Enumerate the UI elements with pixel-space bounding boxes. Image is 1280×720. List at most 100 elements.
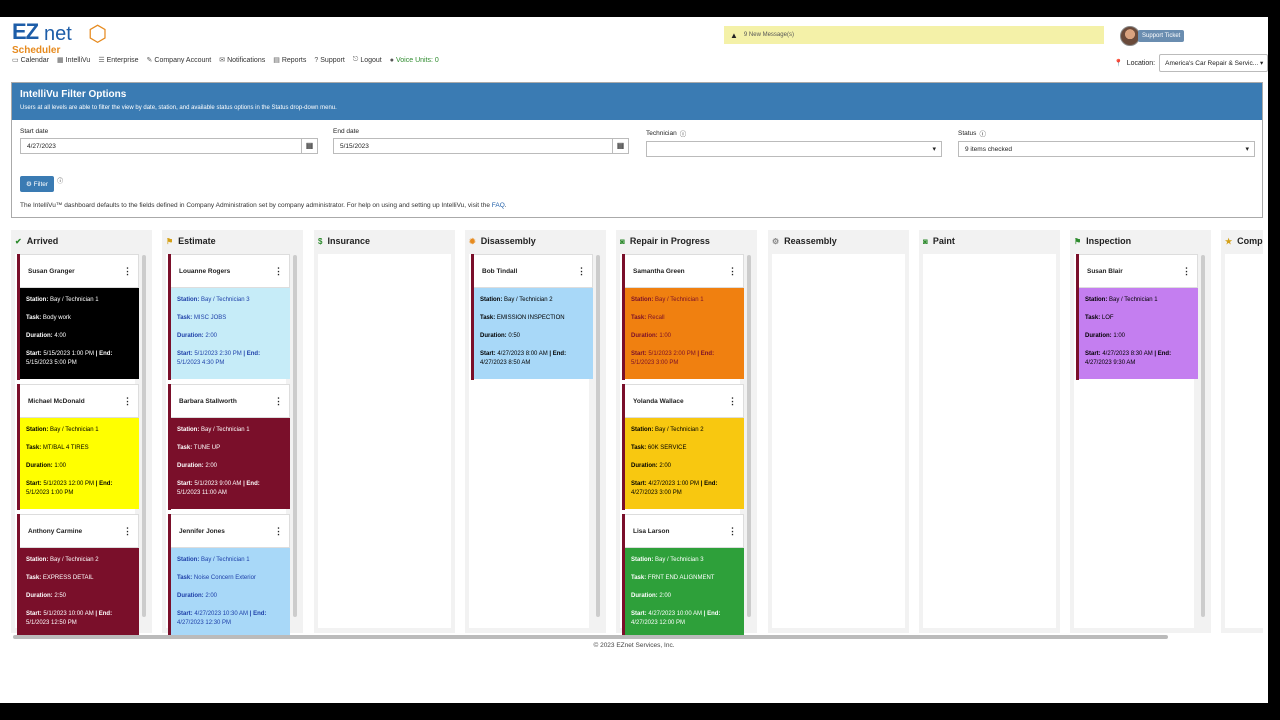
card-start-label: Start:	[26, 611, 42, 617]
end-date-input[interactable]: 5/15/2023 ▦	[333, 138, 629, 154]
job-card[interactable]: Anthony Carmine ⋮ Station: Bay / Technicia…	[17, 514, 139, 637]
card-menu-icon[interactable]: ⋮	[728, 526, 737, 537]
info-icon[interactable]: ⓘ	[680, 128, 687, 138]
card-task: Task: TUNE UP	[177, 444, 284, 453]
card-end-value: 5/1/2023 3:00 PM	[631, 360, 679, 366]
card-menu-icon[interactable]: ⋮	[577, 266, 586, 277]
repair-icon: ◙	[620, 236, 625, 246]
card-end-label: | End:	[95, 351, 113, 357]
column-title: Comp	[1237, 236, 1263, 246]
card-station-label: Station:	[177, 427, 200, 433]
column-inspection: ⚑ Inspection Susan Blair ⋮ Station: Bay / Te…	[1070, 230, 1211, 633]
card-start-value: 5/1/2023 12:00 PM	[43, 481, 95, 487]
calendar-icon[interactable]: ▦	[612, 139, 628, 153]
card-duration-label: Duration:	[480, 333, 507, 339]
info-icon[interactable]: ⓘ	[57, 176, 63, 185]
card-menu-icon[interactable]: ⋮	[123, 396, 132, 407]
card-task-value: MT/BAL 4 TIRES	[42, 445, 89, 451]
card-station-label: Station:	[26, 297, 49, 303]
card-station-value: Bay / Technician 3	[655, 557, 704, 563]
column-body: Louanne Rogers ⋮ Station: Bay / Technician…	[166, 254, 290, 637]
column-body	[1225, 254, 1263, 628]
info-icon[interactable]: ⓘ	[979, 128, 986, 138]
nav-item-notifications[interactable]: ✉ Notifications	[219, 56, 265, 65]
card-station: Station: Bay / Technician 1	[26, 296, 133, 305]
card-end-label: | End:	[95, 611, 113, 617]
dropdown-arrow-icon: ▾	[1245, 146, 1249, 153]
calendar-icon[interactable]: ▦	[301, 139, 317, 153]
support-ticket[interactable]: Support Ticket	[1120, 26, 1185, 46]
job-card[interactable]: Louanne Rogers ⋮ Station: Bay / Technician…	[168, 254, 290, 380]
location-select[interactable]: America's Car Repair & Servic... ▾	[1159, 54, 1268, 72]
eznet-logo[interactable]: EZ net ⬡ Scheduler	[12, 19, 132, 56]
card-menu-icon[interactable]: ⋮	[123, 526, 132, 537]
nav-item-calendar[interactable]: ▭ Calendar	[12, 56, 49, 65]
nav-item-intellivu[interactable]: ▦ IntelliVu	[57, 56, 90, 65]
card-duration: Duration: 0:50	[480, 332, 587, 341]
job-card[interactable]: Lisa Larson ⋮ Station: Bay / Technician 3 T…	[622, 514, 744, 637]
card-menu-icon[interactable]: ⋮	[274, 526, 283, 537]
status-select[interactable]: 9 items checked ▾	[958, 141, 1255, 157]
nav-item-company-account[interactable]: ✎ Company Account	[147, 56, 212, 65]
job-card[interactable]: Jennifer Jones ⋮ Station: Bay / Technician…	[168, 514, 290, 637]
start-date-input[interactable]: 4/27/2023 ▦	[20, 138, 318, 154]
card-schedule: Start: 5/1/2023 2:00 PM | End: 5/1/2023 …	[631, 350, 738, 368]
card-menu-icon[interactable]: ⋮	[1182, 266, 1191, 277]
card-schedule: Start: 4/27/2023 8:30 AM | End: 4/27/202…	[1085, 350, 1192, 368]
card-station-value: Bay / Technician 2	[50, 557, 99, 563]
gear-icon: ⚙	[26, 181, 32, 188]
horizontal-scrollbar[interactable]	[13, 635, 1168, 639]
card-menu-icon[interactable]: ⋮	[123, 266, 132, 277]
card-task-value: Noise Concern Exterior	[193, 575, 256, 581]
nav-item-support[interactable]: ? Support	[314, 56, 344, 64]
card-task-value: Body work	[42, 315, 71, 321]
card-menu-icon[interactable]: ⋮	[728, 266, 737, 277]
faq-link[interactable]: FAQ	[492, 202, 505, 209]
technician-select[interactable]: ▾	[646, 141, 942, 157]
nav-item-reports[interactable]: ▤ Reports	[273, 56, 306, 65]
card-header: Bob Tindall ⋮	[474, 254, 593, 288]
new-messages-banner[interactable]: ▲ 9 New Message(s)	[724, 26, 1104, 44]
card-menu-icon[interactable]: ⋮	[274, 266, 283, 277]
nav-item-logout[interactable]: ⎋ Logout	[353, 56, 382, 64]
nav-label: Logout	[360, 56, 382, 64]
status-label: Status ⓘ	[958, 128, 1255, 139]
location-label: Location:	[1126, 59, 1156, 67]
column-paint: ◙ Paint	[919, 230, 1060, 633]
status-value: 9 items checked	[965, 146, 1012, 153]
card-menu-icon[interactable]: ⋮	[728, 396, 737, 407]
card-duration-label: Duration:	[631, 333, 658, 339]
card-duration-value: 2:00	[659, 463, 672, 469]
card-task: Task: MISC JOBS	[177, 314, 284, 323]
column-scrollbar[interactable]	[293, 255, 297, 617]
nav-item-enterprise[interactable]: ☰ Enterprise	[98, 56, 138, 65]
column-title: Disassembly	[480, 236, 536, 246]
job-card[interactable]: Barbara Stallworth ⋮ Station: Bay / Techni…	[168, 384, 290, 510]
customer-name: Louanne Rogers	[179, 267, 231, 275]
filter-button[interactable]: ⚙ Filter	[20, 176, 55, 192]
job-card[interactable]: Yolanda Wallace ⋮ Station: Bay / Technicia…	[622, 384, 744, 510]
calendar-icon: ▭	[12, 57, 19, 64]
card-start-value: 4/27/2023 8:30 AM	[1102, 351, 1153, 357]
job-card[interactable]: Susan Granger ⋮ Station: Bay / Technician …	[17, 254, 139, 380]
job-card[interactable]: Michael McDonald ⋮ Station: Bay / Technici…	[17, 384, 139, 510]
card-menu-icon[interactable]: ⋮	[274, 396, 283, 407]
job-card[interactable]: Samantha Green ⋮ Station: Bay / Technician…	[622, 254, 744, 380]
support-ticket-button[interactable]: Support Ticket	[1138, 30, 1185, 42]
column-title: Arrived	[26, 236, 59, 246]
card-header: Jennifer Jones ⋮	[171, 514, 290, 548]
nav-item-voice-units-0[interactable]: ● Voice Units: 0	[390, 56, 439, 64]
job-card[interactable]: Susan Blair ⋮ Station: Bay / Technician 1 T…	[1076, 254, 1198, 380]
card-start-label: Start:	[631, 351, 647, 357]
column-scrollbar[interactable]	[1201, 255, 1205, 617]
column-body	[923, 254, 1056, 628]
column-scrollbar[interactable]	[142, 255, 146, 617]
filter-actions: ⚙ Filter ⓘ	[20, 176, 63, 192]
customer-name: Barbara Stallworth	[179, 397, 237, 405]
card-duration: Duration: 2:00	[177, 592, 284, 601]
column-scrollbar[interactable]	[747, 255, 751, 617]
job-card[interactable]: Bob Tindall ⋮ Station: Bay / Technician 2 T…	[471, 254, 593, 380]
avatar[interactable]	[1120, 26, 1140, 46]
column-scrollbar[interactable]	[596, 255, 600, 617]
card-station: Station: Bay / Technician 1	[631, 296, 738, 305]
